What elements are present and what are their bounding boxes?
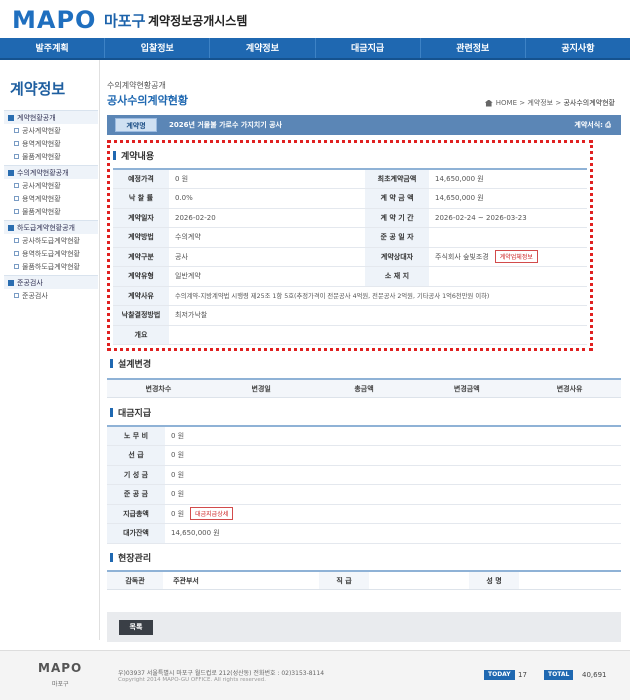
sidebar-item-service[interactable]: 용역계약현황 xyxy=(4,192,98,205)
payment-detail-button[interactable]: 대금지급상세 xyxy=(190,507,234,521)
sidebar-item-inspection[interactable]: 준공검사 xyxy=(4,289,98,302)
nav-order-plan[interactable]: 발주계획 xyxy=(0,38,106,58)
page-title: 공사수의계약현황 xyxy=(107,94,188,107)
contract-name-tag: 계약명 xyxy=(115,118,157,132)
sidebar-item-construction[interactable]: 공사계약현황 xyxy=(4,179,98,192)
site-mgmt-heading: 현장관리 xyxy=(110,551,151,564)
checkbox-icon xyxy=(14,183,19,188)
page-subtitle: 수의계약현황공개 xyxy=(107,81,166,90)
logo-gu-text[interactable]: 마포구 xyxy=(104,10,145,31)
section-bar-icon xyxy=(113,151,116,160)
section-bar-icon xyxy=(110,408,113,417)
main-content: 수의계약현황공개 공사수의계약현황 HOME > 계약정보 > 공사수의계약현황… xyxy=(107,60,623,642)
breadcrumb-current: 공사수의계약현황 xyxy=(563,99,615,107)
footer-copyright: Copyright 2014 MAPO-GU OFFICE. All right… xyxy=(118,677,267,683)
sidebar-group-contract-status[interactable]: 계약현황공개 xyxy=(4,110,98,124)
table-row: 계약방법 수의계약 준 공 일 자 xyxy=(113,227,587,248)
square-icon xyxy=(8,169,14,176)
square-icon xyxy=(8,224,14,231)
footer-logo: MAPO xyxy=(38,661,83,675)
checkbox-icon xyxy=(14,264,19,269)
today-badge: TODAY xyxy=(484,670,515,680)
table-row: 기 성 금0 원 xyxy=(107,465,621,485)
table-row: 예정가격 0 원 최초계약금액 14,650,000 원 xyxy=(113,168,587,189)
design-change-heading: 설계변경 xyxy=(110,357,151,370)
list-button[interactable]: 목록 xyxy=(119,620,153,635)
site-mgmt-table: 감독관 주관부서 직 급 성 명 xyxy=(107,570,621,590)
site-title: 계약정보공개시스템 xyxy=(148,14,248,28)
sidebar-title: 계약정보 xyxy=(10,80,66,98)
section-bar-icon xyxy=(110,359,113,368)
table-row: 준 공 금0 원 xyxy=(107,484,621,505)
contract-reason: 수의계약-지방계약법 시행령 제25조 1항 5호(추정가격이 전문공사 4억원… xyxy=(169,286,587,306)
contract-type: 계약서식: ⎙ xyxy=(574,121,611,129)
payment-table: 노 무 비0 원 선 급0 원 기 성 금0 원 준 공 금0 원 지급총액 0 … xyxy=(107,425,621,544)
checkbox-icon xyxy=(14,128,19,133)
checkbox-icon xyxy=(14,196,19,201)
footer-logo-sub: 마포구 xyxy=(52,681,69,688)
table-row: 선 급0 원 xyxy=(107,445,621,466)
checkbox-icon xyxy=(14,238,19,243)
contract-details-table: 예정가격 0 원 최초계약금액 14,650,000 원 낙 찰 률 0.0% … xyxy=(113,168,587,345)
list-button-bar: 목록 xyxy=(107,612,621,642)
nav-payment[interactable]: 대금지급 xyxy=(316,38,421,58)
nav-contract-info[interactable]: 계약정보 xyxy=(210,38,316,58)
table-row: 지급총액 0 원 대금지급상세 xyxy=(107,504,621,524)
payment-heading: 대금지급 xyxy=(110,406,151,419)
square-icon xyxy=(8,279,14,286)
checkbox-icon xyxy=(14,141,19,146)
table-row: 개요 xyxy=(113,325,587,345)
checkbox-icon xyxy=(14,209,19,214)
checkbox-icon xyxy=(14,251,19,256)
table-row: 계약유형 일반계약 소 재 지 xyxy=(113,266,587,287)
nav-bid-info[interactable]: 입찰정보 xyxy=(105,38,211,58)
contract-name-bar: 계약명 2026년 거물불 가로수 가지치기 공사 계약서식: ⎙ xyxy=(107,115,621,135)
today-count: 17 xyxy=(518,671,527,679)
document-icon[interactable]: ⎙ xyxy=(605,121,611,129)
sidebar-item-service[interactable]: 용역계약현황 xyxy=(4,137,98,150)
sidebar-item-goods[interactable]: 물품계약현황 xyxy=(4,150,98,163)
checkbox-icon xyxy=(14,293,19,298)
sidebar-item-goods[interactable]: 물품계약현황 xyxy=(4,205,98,218)
checkbox-icon xyxy=(14,154,19,159)
contractor-name: 주식회사 숲빛조경 xyxy=(435,253,489,262)
sidebar-group-inspection[interactable]: 준공검사 xyxy=(4,275,98,289)
total-badge: TOTAL xyxy=(544,670,574,680)
sidebar-item-goods-sub[interactable]: 물품하도급계약현황 xyxy=(4,260,98,273)
contract-details-highlight: 계약내용 예정가격 0 원 최초계약금액 14,650,000 원 낙 찰 률 … xyxy=(107,140,593,351)
table-row: 낙찰결정방법 최저가낙찰 xyxy=(113,305,587,326)
contract-details-heading: 계약내용 xyxy=(113,149,154,162)
sidebar-item-service-sub[interactable]: 용역하도급계약현황 xyxy=(4,247,98,260)
total-count: 40,691 xyxy=(582,671,607,679)
square-icon xyxy=(8,114,14,121)
table-row: 계약일자 2026-02-20 계 약 기 간 2026-02-24 ~ 202… xyxy=(113,208,587,228)
site-header: MAPO 마포구 계약정보공개시스템 xyxy=(0,0,630,38)
footer: MAPO 마포구 우)03937 서울특별시 마포구 월드컵로 212(성산동)… xyxy=(0,650,630,700)
breadcrumb: HOME > 계약정보 > 공사수의계약현황 xyxy=(484,98,615,108)
design-change-table-header: 변경차수 변경일 총금액 변경금액 변경사유 xyxy=(107,378,621,398)
sidebar-group-private-contract[interactable]: 수의계약현황공개 xyxy=(4,165,98,179)
table-row: 계약구분 공사 계약상대자 주식회사 숲빛조경 계약업체정보 xyxy=(113,247,587,267)
vendor-info-button[interactable]: 계약업체정보 xyxy=(494,250,538,264)
section-bar-icon xyxy=(110,553,113,562)
nav-related-info[interactable]: 관련정보 xyxy=(421,38,526,58)
sidebar-item-construction[interactable]: 공사계약현황 xyxy=(4,124,98,137)
home-icon[interactable] xyxy=(484,99,493,107)
svg-text:MAPO: MAPO xyxy=(12,6,96,34)
nav-notice[interactable]: 공지사항 xyxy=(526,38,630,58)
main-nav: 발주계획 입찰정보 계약정보 대금지급 관련정보 공지사항 xyxy=(0,38,630,60)
sidebar: 계약정보 계약현황공개 공사계약현황 용역계약현황 물품계약현황 수의계약현황공… xyxy=(0,60,100,640)
contract-name: 2026년 거물불 가로수 가지치기 공사 xyxy=(169,121,282,129)
sidebar-menu: 계약현황공개 공사계약현황 용역계약현황 물품계약현황 수의계약현황공개 공사계… xyxy=(4,108,98,302)
mapo-logo-icon[interactable]: MAPO xyxy=(12,6,104,34)
table-row: 계약사유 수의계약-지방계약법 시행령 제25조 1항 5호(추정가격이 전문공… xyxy=(113,286,587,306)
table-row: 낙 찰 률 0.0% 계 약 금 액 14,650,000 원 xyxy=(113,188,587,209)
sidebar-group-subcontract[interactable]: 하도급계약현황공개 xyxy=(4,220,98,234)
footer-address: 우)03937 서울특별시 마포구 월드컵로 212(성산동) 전화번호 : 0… xyxy=(118,670,325,677)
table-row: 노 무 비0 원 xyxy=(107,425,621,446)
table-row: 대가잔액 14,650,000 원 xyxy=(107,523,621,544)
sidebar-item-construction-sub[interactable]: 공사하도급계약현황 xyxy=(4,234,98,247)
